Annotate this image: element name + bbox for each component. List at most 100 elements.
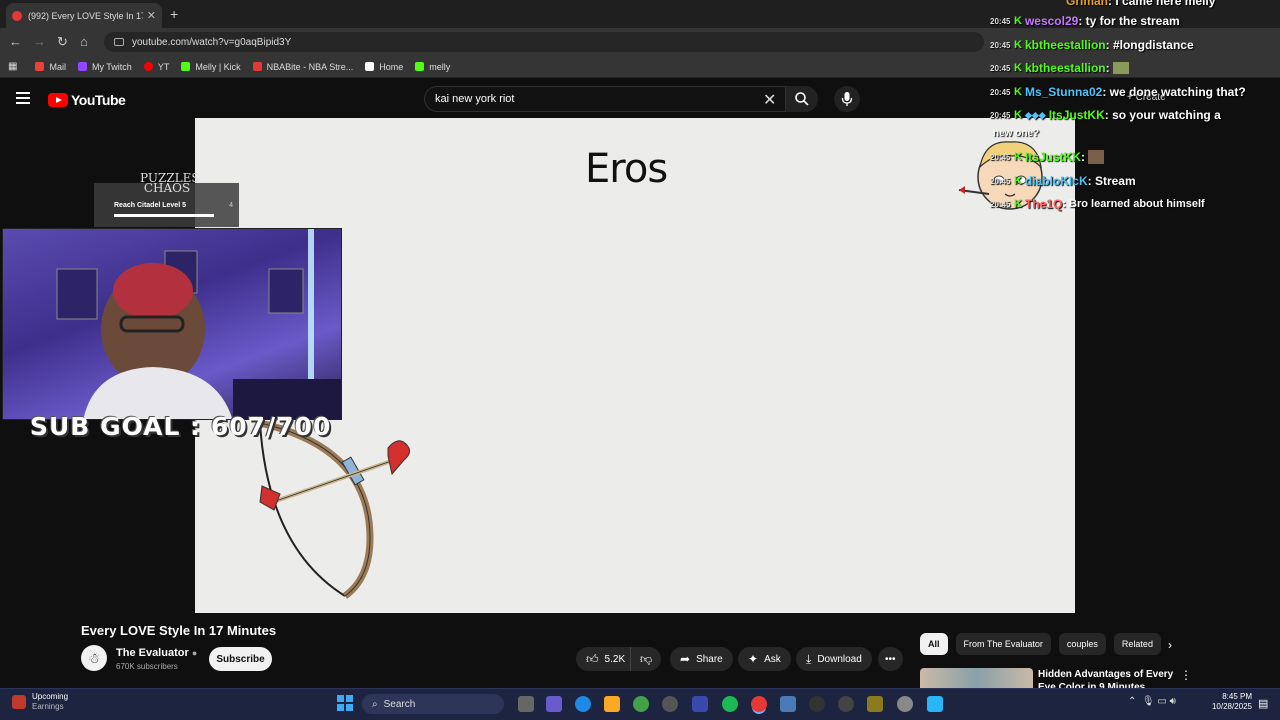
chrome-icon[interactable] <box>751 696 767 712</box>
spotify-icon[interactable] <box>722 696 738 712</box>
subscriber-count: 670K subscribers <box>116 662 178 671</box>
widget-title: Upcoming <box>32 692 69 701</box>
share-icon: ➦ <box>680 652 691 666</box>
voice-search-button[interactable] <box>834 86 860 112</box>
kick-badge-icon: K <box>1014 86 1022 98</box>
video-title: Every LOVE Style In 17 Minutes <box>81 623 277 638</box>
copilot-icon[interactable] <box>546 696 562 712</box>
chat-text: : I came here melly <box>1108 0 1216 8</box>
logo-text: YouTube <box>71 92 126 108</box>
game-icon[interactable] <box>867 696 883 712</box>
clock-date: 10/28/2025 <box>1211 702 1252 711</box>
dislike-button[interactable]: 👎︎ <box>630 647 662 671</box>
site-info-icon[interactable] <box>114 38 124 46</box>
thumbs-down-icon: 👎︎ <box>640 651 653 666</box>
bookmark-yt[interactable]: YT <box>143 61 170 72</box>
gmail-icon <box>35 62 45 71</box>
bookmark-my-twitch[interactable]: My Twitch <box>77 62 132 72</box>
more-vertical-icon[interactable]: ⋮ <box>1180 668 1192 682</box>
windows-start-icon[interactable] <box>337 695 353 711</box>
store-icon[interactable] <box>692 696 708 712</box>
ask-button[interactable]: ✦ Ask <box>738 647 791 671</box>
edge-icon[interactable] <box>575 696 591 712</box>
share-button[interactable]: ➦ Share <box>670 647 733 671</box>
channel-avatar[interactable]: ☃ <box>81 645 107 671</box>
taskbar-clock[interactable]: 8:45 PM 10/28/2025 <box>1206 692 1252 712</box>
forward-icon[interactable]: → <box>33 34 46 49</box>
chevron-right-icon[interactable]: › <box>1168 638 1172 652</box>
clear-search-icon[interactable]: ✕ <box>763 90 776 110</box>
bookmark-home[interactable]: Home <box>365 62 403 72</box>
close-tab-icon[interactable]: ✕ <box>147 9 156 22</box>
chat-user: kbtheestallion <box>1024 61 1106 75</box>
chat-message: 20:45 Kkbtheestallion: <box>990 61 1129 75</box>
chip-related[interactable]: Related <box>1113 633 1161 655</box>
file-explorer-icon[interactable] <box>604 696 620 712</box>
news-widget[interactable]: Upcoming Earnings <box>12 692 68 712</box>
photos-icon[interactable] <box>780 696 796 712</box>
app-icon[interactable] <box>927 696 943 712</box>
subscribe-button[interactable]: Subscribe <box>209 647 272 671</box>
obs-icon[interactable] <box>662 696 678 712</box>
stocks-icon <box>12 695 26 709</box>
bookmark-melly[interactable]: melly <box>415 62 450 72</box>
new-tab-icon[interactable]: + <box>170 6 178 22</box>
widget-subtitle: Earnings <box>32 702 64 711</box>
kick-badge-icon: K <box>1014 39 1022 51</box>
app-icon[interactable] <box>838 696 854 712</box>
chat-text: : so your watching a <box>1104 108 1221 122</box>
chat-user: kbtheestallion <box>1024 38 1106 52</box>
kick-badge-icon: K <box>1014 198 1022 210</box>
search-button[interactable] <box>786 86 818 112</box>
kick-badge-icon: K <box>1014 109 1022 121</box>
bookmark-melly-kick[interactable]: Melly | Kick <box>181 62 241 72</box>
settings-icon[interactable] <box>897 696 913 712</box>
chat-text: : Bro learned about himself <box>1062 198 1205 210</box>
apps-grid-icon[interactable]: ▦ <box>8 61 17 72</box>
related-video-title[interactable]: Hidden Advantages of Every Eye Color in … <box>1038 668 1178 690</box>
system-tray[interactable]: ⌃ 🎙︎ ▭ 🔊︎ <box>1128 696 1176 707</box>
more-actions-button[interactable]: ••• <box>878 647 903 671</box>
task-view-icon[interactable] <box>518 696 534 712</box>
puzzles-chaos-logo: PUZZLES CHAOS <box>140 171 200 195</box>
chat-text: : we done watching that? <box>1102 85 1246 99</box>
address-bar[interactable]: youtube.com/watch?v=g0aqBipid3Y <box>104 32 984 52</box>
taskbar-search[interactable]: ⌕ Search <box>362 694 504 714</box>
chat-message: 20:45 Kwescol29: ty for the stream <box>990 14 1180 28</box>
media-player-icon[interactable] <box>809 696 825 712</box>
x-icon <box>365 62 375 71</box>
twitch-icon <box>77 62 87 71</box>
share-label: Share <box>696 653 723 665</box>
chip-from-channel[interactable]: From The Evaluator <box>955 633 1051 655</box>
bookmark-label: Mail <box>49 61 66 72</box>
bookmark-mail[interactable]: Mail <box>35 62 66 72</box>
notification-icon[interactable]: ▤ <box>1258 697 1268 710</box>
nbabite-icon <box>252 62 262 71</box>
menu-icon[interactable] <box>16 92 30 107</box>
xbox-icon[interactable] <box>633 696 649 712</box>
browser-tab[interactable]: (992) Every LOVE Style In 17 Mi ✕ <box>6 3 162 28</box>
like-count: 5.2K <box>604 653 626 665</box>
search-icon: ⌕ <box>372 698 378 710</box>
chip-all[interactable]: All <box>920 633 948 655</box>
chat-time: 20:45 <box>990 110 1011 120</box>
download-button[interactable]: ⤓ Download <box>796 647 872 671</box>
like-button[interactable]: 👍︎ 5.2K <box>576 647 632 671</box>
emote-icon <box>1087 150 1104 164</box>
youtube-logo[interactable]: YouTube <box>48 92 126 108</box>
youtube-icon <box>143 62 153 71</box>
back-icon[interactable]: ← <box>9 34 22 49</box>
kick-badge-icon: K <box>1014 15 1022 27</box>
youtube-favicon-icon <box>12 10 22 21</box>
search-input[interactable]: kai new york riot <box>424 86 786 112</box>
related-video-thumbnail[interactable] <box>920 668 1033 690</box>
bookmark-label: YT <box>157 61 170 72</box>
chip-couples[interactable]: couples <box>1058 633 1106 655</box>
stream-chat-overlay: Grimah: I came here melly 20:45 Kwescol29… <box>990 0 1280 215</box>
download-icon: ⤓ <box>806 651 812 666</box>
bookmark-nbabite[interactable]: NBABite - NBA Stre... <box>252 62 353 72</box>
channel-name[interactable]: The Evaluator ● <box>116 647 197 659</box>
reload-icon[interactable]: ↻ <box>57 34 68 50</box>
home-icon[interactable]: ⌂ <box>80 34 88 49</box>
chat-time: 20:45 <box>990 16 1011 26</box>
